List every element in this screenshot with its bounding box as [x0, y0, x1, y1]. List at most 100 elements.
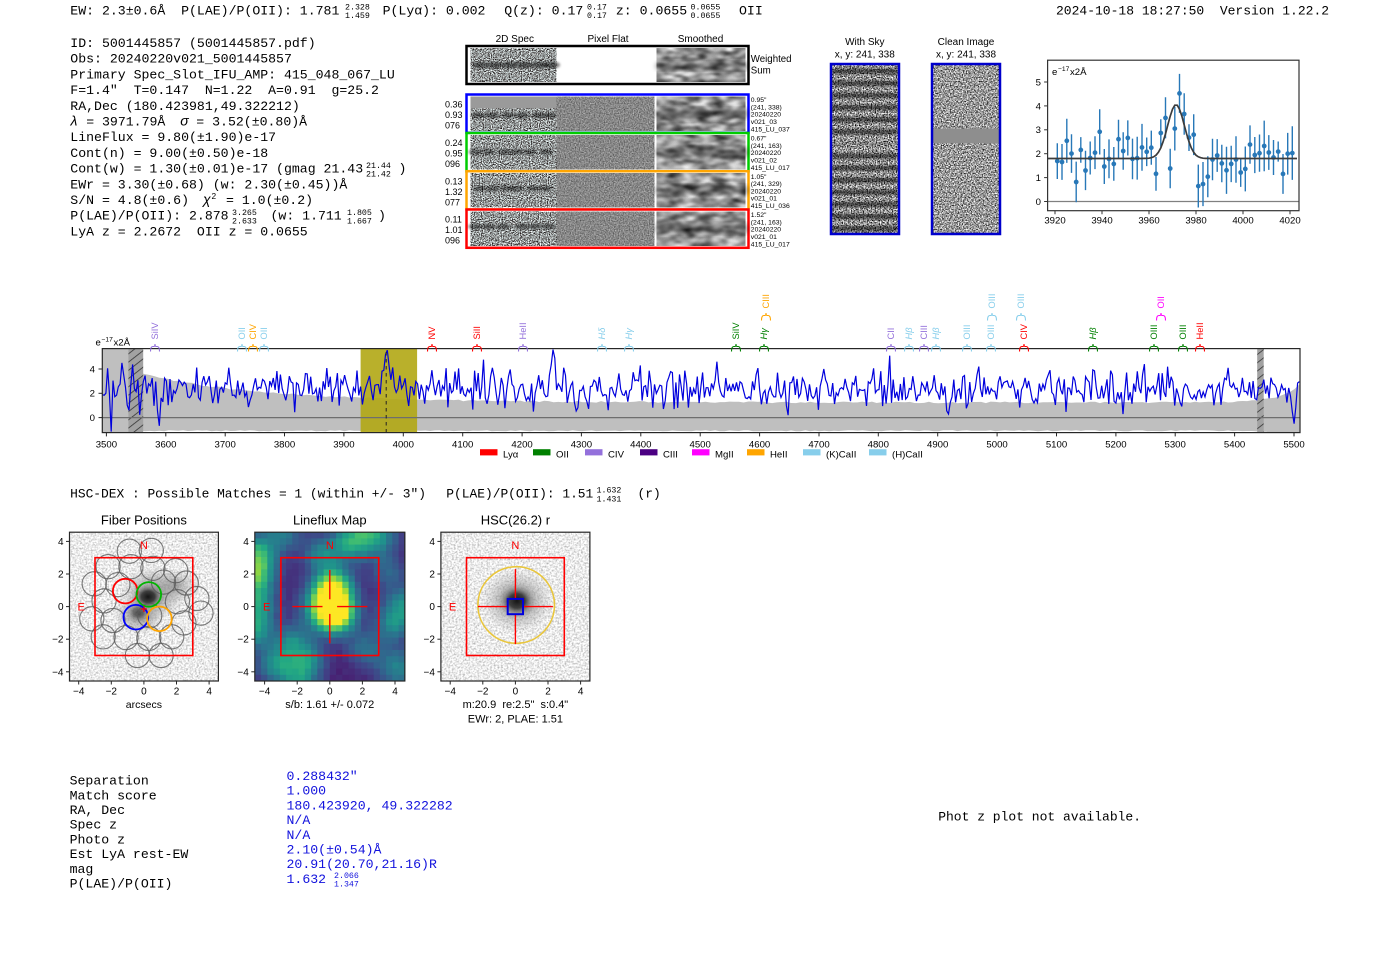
svg-text:F=1.4" T=0.147 N=1.22 A=0.9: F=1.4" T=0.147 N=1.22 A=0.91 g=25.2 — [70, 83, 379, 98]
svg-text:20240220: 20240220 — [751, 150, 781, 157]
svg-text:mag: mag — [70, 862, 94, 877]
svg-text:0: 0 — [327, 687, 333, 698]
svg-text:0.93: 0.93 — [445, 110, 463, 120]
svg-text:5500: 5500 — [1283, 440, 1304, 451]
svg-text:2: 2 — [174, 687, 180, 698]
svg-text:HSC-DEX : Possible Matches = 1: HSC-DEX : Possible Matches = 1 (within +… — [70, 487, 426, 502]
svg-text:v021_02: v021_02 — [751, 158, 777, 165]
svg-text:EW: 2.3±0.6Å P(LAE)/P(OII): 1: EW: 2.3±0.6Å P(LAE)/P(OII): 1.781 — [70, 3, 339, 18]
svg-text:Weighted: Weighted — [751, 54, 792, 65]
svg-text:LineFlux = 9.80(±1.90)e-17: LineFlux = 9.80(±1.90)e-17 — [70, 130, 276, 145]
svg-text:−2: −2 — [291, 687, 303, 698]
svg-text:P(LAE)/P(OII): 1.51: P(LAE)/P(OII): 1.51 — [446, 487, 593, 502]
svg-text:5200: 5200 — [1105, 440, 1126, 451]
svg-text:0.13: 0.13 — [445, 176, 463, 186]
svg-text:4300: 4300 — [571, 440, 592, 451]
svg-text:(241, 163): (241, 163) — [751, 219, 782, 226]
svg-text:2D Spec: 2D Spec — [496, 34, 534, 45]
svg-text:2024-10-18 18:27:50 Version 1: 2024-10-18 18:27:50 Version 1.22.2 — [1056, 4, 1329, 19]
svg-text:4: 4 — [243, 537, 249, 548]
svg-text:= 3.52(±0.80)Å: = 3.52(±0.80)Å — [196, 115, 307, 130]
svg-text:096: 096 — [445, 159, 460, 169]
svg-text:1.32: 1.32 — [445, 187, 463, 197]
svg-text:0: 0 — [513, 687, 519, 698]
svg-text:0.0655: 0.0655 — [691, 12, 721, 21]
svg-text:−4: −4 — [73, 687, 85, 698]
svg-text:Hδ: Hδ — [597, 327, 607, 340]
svg-text:1.431: 1.431 — [597, 495, 622, 504]
svg-text:OIII: OIII — [962, 325, 972, 340]
svg-text:s/b: 1.61 +/- 0.072: s/b: 1.61 +/- 0.072 — [285, 699, 374, 711]
svg-text:0.36: 0.36 — [445, 100, 463, 110]
svg-text:−2: −2 — [106, 687, 118, 698]
svg-text:0: 0 — [141, 687, 147, 698]
svg-text:0: 0 — [429, 602, 435, 613]
svg-text:415_LU_036: 415_LU_036 — [751, 203, 790, 210]
svg-text:HSC(26.2) r: HSC(26.2) r — [481, 513, 551, 528]
svg-text:P(LAE)/P(OII): P(LAE)/P(OII) — [70, 877, 173, 892]
svg-text:OII: OII — [237, 327, 247, 339]
svg-text:1.667: 1.667 — [347, 218, 372, 227]
svg-text:Cont(w) = 1.30(±0.01)e-17 (gma: Cont(w) = 1.30(±0.01)e-17 (gmag 21.43 — [70, 162, 363, 177]
svg-text:HeII: HeII — [518, 322, 528, 339]
svg-text:5100: 5100 — [1046, 440, 1067, 451]
svg-text:0.67": 0.67" — [751, 136, 767, 143]
svg-text:415_LU_037: 415_LU_037 — [751, 126, 790, 133]
svg-text:E: E — [449, 602, 456, 614]
svg-text:3940: 3940 — [1091, 216, 1112, 227]
svg-text:CIII: CIII — [919, 325, 929, 339]
svg-text:2: 2 — [545, 687, 551, 698]
svg-text:3700: 3700 — [215, 440, 236, 451]
svg-text:4: 4 — [578, 687, 584, 698]
svg-text:Primary Spec_Slot_IFU_AMP: 415: Primary Spec_Slot_IFU_AMP: 415_048_067_L… — [70, 67, 394, 82]
svg-text:Lineflux Map: Lineflux Map — [293, 513, 367, 528]
svg-text:Hβ: Hβ — [1088, 327, 1098, 340]
svg-text:20.91(20.70,21.16)R: 20.91(20.70,21.16)R — [287, 857, 437, 872]
svg-text:OIII: OIII — [987, 294, 997, 309]
svg-text:Lyα: Lyα — [503, 450, 519, 461]
svg-text:CIV: CIV — [1019, 323, 1029, 339]
svg-text:Smoothed: Smoothed — [678, 34, 724, 45]
svg-text:OII: OII — [1156, 296, 1166, 308]
svg-text:1.000: 1.000 — [287, 784, 327, 799]
svg-text:−2: −2 — [477, 687, 489, 698]
svg-text:4: 4 — [58, 537, 64, 548]
svg-text:OIII: OIII — [1178, 325, 1188, 340]
svg-text:3960: 3960 — [1138, 216, 1159, 227]
svg-text:P(Lyα): 0.002: P(Lyα): 0.002 — [383, 3, 486, 18]
svg-text:N/A: N/A — [287, 813, 311, 828]
svg-text:CIII: CIII — [663, 450, 678, 461]
svg-text:0.11: 0.11 — [445, 215, 462, 225]
svg-text:E: E — [263, 602, 270, 614]
svg-text:4100: 4100 — [452, 440, 473, 451]
svg-text:−4: −4 — [444, 687, 456, 698]
svg-text:x, y: 241, 338: x, y: 241, 338 — [936, 50, 996, 61]
svg-text:NV: NV — [427, 326, 437, 340]
svg-text:SiII: SiII — [472, 326, 482, 339]
svg-text:Hβ: Hβ — [931, 327, 941, 340]
svg-text:1.52": 1.52" — [751, 212, 767, 219]
svg-text:3920: 3920 — [1044, 216, 1065, 227]
svg-text:v021_01: v021_01 — [751, 196, 777, 203]
svg-text:3980: 3980 — [1185, 216, 1206, 227]
svg-text:Sum: Sum — [751, 66, 771, 77]
svg-text:OIII: OIII — [986, 325, 996, 340]
svg-text:3600: 3600 — [155, 440, 176, 451]
svg-text:(K)CaII: (K)CaII — [826, 450, 856, 461]
svg-text:OII: OII — [259, 327, 269, 339]
svg-text:0.24: 0.24 — [445, 138, 463, 148]
svg-text:v021_01: v021_01 — [751, 234, 777, 241]
svg-text:z: 0.0655: z: 0.0655 — [616, 3, 687, 18]
svg-text:4800: 4800 — [868, 440, 889, 451]
svg-text:1.01: 1.01 — [445, 225, 463, 235]
svg-text:5400: 5400 — [1224, 440, 1245, 451]
svg-text:): ) — [378, 209, 386, 224]
svg-text:m:20.9 re:2.5" s:0.4": m:20.9 re:2.5" s:0.4" — [463, 699, 569, 711]
svg-text:4: 4 — [392, 687, 398, 698]
svg-text:0.17: 0.17 — [587, 12, 607, 21]
svg-text:Clean Image: Clean Image — [938, 37, 995, 48]
svg-text:OII: OII — [739, 3, 763, 18]
svg-text:(241, 338): (241, 338) — [751, 104, 782, 111]
svg-text:Q(z): 0.17: Q(z): 0.17 — [504, 3, 583, 18]
svg-text:σ: σ — [180, 113, 189, 129]
